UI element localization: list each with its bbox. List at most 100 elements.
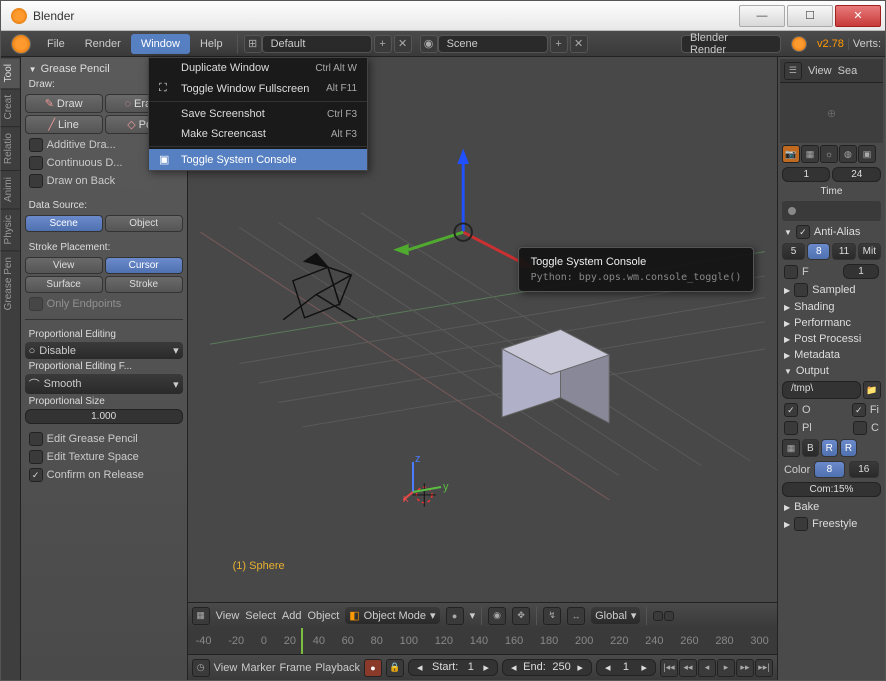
rgb-button[interactable]: R xyxy=(821,439,838,457)
aa-8[interactable]: 8 xyxy=(807,243,830,260)
freestyle-header[interactable]: Freestyle xyxy=(780,515,883,533)
play-icon[interactable]: ▸ xyxy=(717,659,735,677)
aa-11[interactable]: 11 xyxy=(832,243,855,260)
menu-toggle-fullscreen[interactable]: ⛶ Toggle Window Fullscreen Alt F11 xyxy=(149,78,367,99)
timeline-editor-icon[interactable]: ◷ xyxy=(192,659,210,677)
shading-header[interactable]: Shading xyxy=(780,299,883,315)
lock-icon[interactable]: 🔒 xyxy=(386,659,404,677)
cursor-button[interactable]: Cursor xyxy=(105,257,183,274)
object-menu[interactable]: Object xyxy=(307,610,339,622)
maximize-button[interactable]: ☐ xyxy=(787,5,833,27)
stroke-button[interactable]: Stroke xyxy=(105,276,183,293)
render-tab-icon[interactable]: 📷 xyxy=(782,145,800,163)
menu-toggle-console[interactable]: ▣ Toggle System Console xyxy=(149,149,367,170)
scene-button[interactable]: Scene xyxy=(25,215,103,232)
tl-marker[interactable]: Marker xyxy=(241,662,275,674)
aa-mit[interactable]: Mit xyxy=(858,243,881,260)
shading-icon[interactable]: ● xyxy=(446,607,464,625)
add-layout-button[interactable]: + xyxy=(374,35,392,53)
postproc-header[interactable]: Post Processi xyxy=(780,331,883,347)
sampled-header[interactable]: Sampled xyxy=(780,281,883,299)
jump-end-icon[interactable]: ▸▸| xyxy=(755,659,773,677)
view-button[interactable]: View xyxy=(25,257,103,274)
pivot2-icon[interactable]: ✥ xyxy=(512,607,530,625)
draw-button[interactable]: ✎Draw xyxy=(25,94,103,113)
add-scene-button[interactable]: + xyxy=(550,35,568,53)
layer-button[interactable] xyxy=(653,611,663,621)
f-check[interactable]: F1 xyxy=(780,262,883,281)
current-frame-field[interactable]: ◂1▸ xyxy=(596,659,656,676)
close-button[interactable]: ✕ xyxy=(835,5,881,27)
format-icon[interactable]: ▦ xyxy=(782,439,800,457)
vtab-physics[interactable]: Physic xyxy=(1,208,20,250)
drawback-check[interactable]: Draw on Back xyxy=(25,172,183,190)
edit-gp-check[interactable]: Edit Grease Pencil xyxy=(25,430,183,448)
outliner-icon[interactable]: ☰ xyxy=(784,62,802,80)
surface-button[interactable]: Surface xyxy=(25,276,103,293)
tl-playback[interactable]: Playback xyxy=(315,662,360,674)
tl-frame[interactable]: Frame xyxy=(280,662,312,674)
pivot-icon[interactable]: ◉ xyxy=(488,607,506,625)
minimize-button[interactable]: — xyxy=(739,5,785,27)
remove-scene-button[interactable]: ✕ xyxy=(570,35,588,53)
screen-layout-dropdown[interactable]: Default xyxy=(262,35,372,53)
vtab-create[interactable]: Creat xyxy=(1,88,20,125)
vtab-relations[interactable]: Relatio xyxy=(1,126,20,170)
bw-button[interactable]: B xyxy=(802,439,819,457)
orientation-dropdown[interactable]: Global▾ xyxy=(591,607,640,624)
menu-make-screencast[interactable]: Make Screencast Alt F3 xyxy=(149,124,367,144)
vtab-grease[interactable]: Grease Pen xyxy=(1,250,20,316)
layers-tab-icon[interactable]: ▦ xyxy=(801,145,819,163)
keyframe-next-icon[interactable]: ▸▸ xyxy=(736,659,754,677)
layer-button[interactable] xyxy=(664,611,674,621)
output-path[interactable]: /tmp\ xyxy=(782,381,861,399)
view-menu[interactable]: View xyxy=(216,610,240,622)
scene-icon[interactable]: ◉ xyxy=(420,35,438,53)
aa-5[interactable]: 5 xyxy=(782,243,805,260)
frame-start[interactable]: 1 xyxy=(782,167,831,182)
output-header[interactable]: Output xyxy=(780,363,883,379)
timeline[interactable]: -40-200204060801001201401601802002202402… xyxy=(188,628,777,654)
jump-start-icon[interactable]: |◂◂ xyxy=(660,659,678,677)
add-menu[interactable]: Add xyxy=(282,610,302,622)
menu-duplicate-window[interactable]: Duplicate Window Ctrl Alt W xyxy=(149,58,367,78)
edit-tex-check[interactable]: Edit Texture Space xyxy=(25,448,183,466)
blender-logo-icon[interactable] xyxy=(11,34,31,54)
manip2-icon[interactable]: ↔ xyxy=(567,607,585,625)
antialias-header[interactable]: Anti-Alias xyxy=(780,223,883,241)
rgba-button[interactable]: R xyxy=(840,439,857,457)
confirm-check[interactable]: Confirm on Release xyxy=(25,466,183,484)
compression-field[interactable]: Com:15% xyxy=(782,482,881,497)
propsize-field[interactable]: 1.000 xyxy=(25,409,183,424)
object-button[interactable]: Object xyxy=(105,215,183,232)
metadata-header[interactable]: Metadata xyxy=(780,347,883,363)
mode-dropdown[interactable]: ◧Object Mode▾ xyxy=(345,607,439,624)
start-frame-field[interactable]: ◂Start:1▸ xyxy=(408,659,498,676)
layout-icon[interactable]: ⊞ xyxy=(244,35,262,53)
menu-render[interactable]: Render xyxy=(75,34,131,54)
object-tab-icon[interactable]: ▣ xyxy=(858,145,876,163)
menu-help[interactable]: Help xyxy=(190,34,233,54)
folder-icon[interactable]: 📁 xyxy=(863,381,881,399)
tl-view[interactable]: View xyxy=(214,662,238,674)
menu-save-screenshot[interactable]: Save Screenshot Ctrl F3 xyxy=(149,104,367,124)
world-tab-icon[interactable]: ◍ xyxy=(839,145,857,163)
remove-layout-button[interactable]: ✕ xyxy=(394,35,412,53)
manip-icon[interactable]: ↯ xyxy=(543,607,561,625)
falloff-dropdown[interactable]: ⌒Smooth▾ xyxy=(25,374,183,394)
vtab-animation[interactable]: Animi xyxy=(1,170,20,208)
search-label[interactable]: Sea xyxy=(838,65,858,77)
scene-dropdown[interactable]: Scene xyxy=(438,35,548,53)
end-frame-field[interactable]: ◂End:250▸ xyxy=(502,659,592,676)
play-reverse-icon[interactable]: ◂ xyxy=(698,659,716,677)
scene-tab-icon[interactable]: ☼ xyxy=(820,145,838,163)
propedit-dropdown[interactable]: ○Disable▾ xyxy=(25,342,183,359)
vtab-tools[interactable]: Tool xyxy=(1,57,20,88)
bake-header[interactable]: Bake xyxy=(780,499,883,515)
record-icon[interactable]: ● xyxy=(364,659,382,677)
menu-window[interactable]: Window xyxy=(131,34,190,54)
view-label[interactable]: View xyxy=(808,65,832,77)
menu-file[interactable]: File xyxy=(37,34,75,54)
select-menu[interactable]: Select xyxy=(245,610,276,622)
line-button[interactable]: ╱Line xyxy=(25,115,103,134)
